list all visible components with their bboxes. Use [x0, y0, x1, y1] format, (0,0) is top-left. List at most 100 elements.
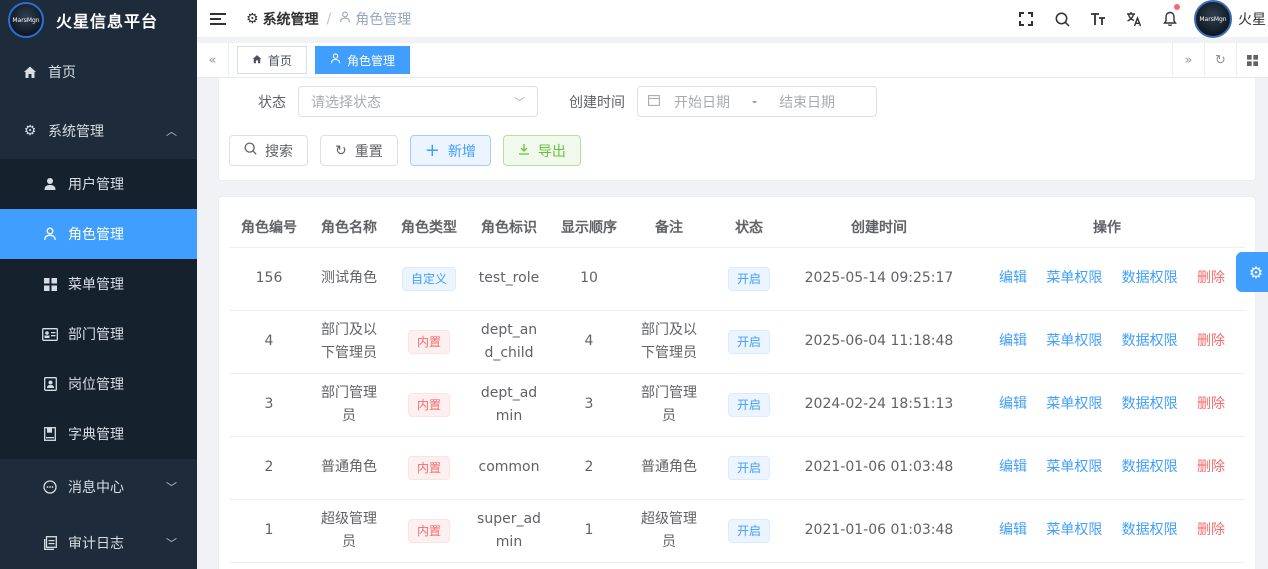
export-button[interactable]: 导出	[502, 135, 581, 166]
sidebar-item-label: 菜单管理	[68, 277, 124, 293]
edit-link[interactable]: 编辑	[999, 456, 1027, 479]
data-permission-link[interactable]: 数据权限	[1122, 330, 1178, 353]
hamburger-icon[interactable]	[210, 12, 226, 25]
role-type-badge: 自定义	[401, 266, 456, 291]
role-type: 自定义	[389, 247, 469, 311]
data-permission-link[interactable]: 数据权限	[1122, 519, 1178, 542]
reset-button[interactable]: ↻ 重置	[320, 135, 398, 166]
sidebar-item-audit[interactable]: 审计日志 ﹀	[0, 515, 197, 569]
breadcrumb-separator: /	[326, 10, 332, 27]
breadcrumb-parent[interactable]: ⚙ 系统管理	[246, 9, 319, 29]
role-created: 2025-05-14 09:25:17	[789, 247, 969, 311]
data-permission-link[interactable]: 数据权限	[1122, 267, 1178, 290]
add-button[interactable]: + 新增	[409, 135, 491, 166]
fullscreen-icon[interactable]	[1008, 0, 1044, 38]
created-label: 创建时间	[569, 94, 625, 111]
edit-link[interactable]: 编辑	[999, 330, 1027, 353]
table-row: 2 普通角色 内置 common 2 普通角色 开启 2021-01-06 01:03:48 编…	[229, 436, 1245, 500]
role-name: 测试角色	[309, 247, 389, 311]
sidebar-item-system[interactable]: ⚙ 系统管理 ︿	[0, 103, 197, 159]
delete-link[interactable]: 删除	[1197, 330, 1225, 353]
menu-permission-link[interactable]: 菜单权限	[1046, 456, 1102, 479]
sidebar-item-label: 审计日志	[68, 536, 124, 552]
avatar[interactable]: MarsMgn	[1194, 0, 1232, 38]
menu-permission-link[interactable]: 菜单权限	[1046, 330, 1102, 353]
font-size-icon[interactable]	[1080, 0, 1116, 38]
role-order: 4	[549, 310, 629, 374]
tab-home[interactable]: 首页	[237, 46, 308, 74]
refresh-icon[interactable]: ↻	[1204, 43, 1236, 78]
sidebar-item-messages[interactable]: 消息中心 ﹀	[0, 459, 197, 515]
role-type: 内置	[389, 499, 469, 563]
role-id: 1	[229, 499, 309, 563]
delete-link[interactable]: 删除	[1197, 519, 1225, 542]
data-permission-link[interactable]: 数据权限	[1122, 456, 1178, 479]
breadcrumb: ⚙ 系统管理 / 角色管理	[246, 9, 411, 29]
brand-title: 火星信息平台	[56, 12, 159, 31]
role-type: 内置	[389, 436, 469, 500]
add-button-label: 新增	[447, 143, 476, 160]
menu-permission-link[interactable]: 菜单权限	[1046, 519, 1102, 542]
search-icon[interactable]	[1044, 0, 1080, 38]
delete-link[interactable]: 删除	[1197, 393, 1225, 416]
column-header: 显示顺序	[549, 207, 629, 248]
role-type-badge: 内置	[407, 455, 450, 480]
notification-bell-icon[interactable]	[1152, 0, 1188, 38]
date-range-picker[interactable]: 开始日期 - 结束日期	[637, 86, 877, 117]
end-date-input[interactable]: 结束日期	[779, 92, 835, 112]
delete-link[interactable]: 删除	[1197, 267, 1225, 290]
role-ops: 编辑 菜单权限 数据权限 删除	[969, 499, 1245, 563]
sidebar-item-label: 岗位管理	[68, 377, 124, 393]
person-outline-icon	[339, 10, 351, 27]
tab-roles[interactable]: 角色管理	[315, 46, 411, 74]
sidebar-item-roles[interactable]: 角色管理	[0, 209, 197, 259]
column-header: 状态	[709, 207, 789, 248]
tags-actions: » ↻	[1172, 43, 1268, 78]
translate-icon[interactable]	[1116, 0, 1152, 38]
export-button-label: 导出	[537, 143, 566, 160]
column-header: 角色名称	[309, 207, 389, 248]
sidebar-item-menus[interactable]: 菜单管理	[0, 259, 197, 309]
role-id: 4	[229, 310, 309, 374]
menu-permission-link[interactable]: 菜单权限	[1046, 393, 1102, 416]
data-permission-link[interactable]: 数据权限	[1122, 393, 1178, 416]
chevron-down-icon: ﹀	[166, 537, 177, 550]
role-name: 普通角色	[309, 436, 389, 500]
start-date-input[interactable]: 开始日期	[674, 92, 730, 112]
sidebar-item-label: 部门管理	[68, 327, 124, 343]
role-ops: 编辑 菜单权限 数据权限 删除	[969, 436, 1245, 500]
role-remark: 超级管理员	[629, 499, 709, 563]
scroll-right-icon[interactable]: »	[1172, 43, 1204, 78]
sidebar-item-users[interactable]: 用户管理	[0, 159, 197, 209]
brand: MarsMgn 火星信息平台	[0, 0, 197, 40]
status-select[interactable]: 请选择状态 ﹀	[298, 86, 538, 117]
delete-link[interactable]: 删除	[1197, 456, 1225, 479]
logo: MarsMgn	[8, 2, 44, 38]
role-ops: 编辑 菜单权限 数据权限 删除	[969, 247, 1245, 311]
scroll-left-icon[interactable]: «	[197, 42, 229, 78]
edit-link[interactable]: 编辑	[999, 393, 1027, 416]
sidebar-item-dict[interactable]: 字典管理	[0, 409, 197, 459]
search-button[interactable]: 搜索	[229, 135, 308, 166]
sidebar-item-depts[interactable]: 部门管理	[0, 309, 197, 359]
role-order: 1	[549, 499, 629, 563]
date-separator: -	[752, 93, 758, 110]
sidebar-item-posts[interactable]: 岗位管理	[0, 359, 197, 409]
sidebar-item-label: 系统管理	[48, 124, 104, 140]
user-name[interactable]: 火星	[1238, 9, 1266, 29]
sidebar-item-home[interactable]: 首页	[0, 40, 197, 103]
role-created: 2024-02-24 18:51:13	[789, 373, 969, 437]
table-row: 1 超级管理员 内置 super_admin 1 超级管理员 开启 2021-01-06 01…	[229, 499, 1245, 563]
role-type-badge: 内置	[407, 518, 450, 543]
status-badge: 开启	[727, 455, 770, 480]
table-row: 156 测试角色 自定义 test_role 10 开启 2025-05-14 09:25:…	[229, 247, 1245, 311]
home-icon	[252, 53, 262, 67]
edit-link[interactable]: 编辑	[999, 267, 1027, 290]
settings-button[interactable]: ⚙	[1236, 252, 1268, 292]
role-name: 部门管理员	[309, 373, 389, 437]
edit-link[interactable]: 编辑	[999, 519, 1027, 542]
gear-icon: ⚙	[1248, 262, 1264, 282]
breadcrumb-current: 角色管理	[339, 9, 411, 29]
menu-permission-link[interactable]: 菜单权限	[1046, 267, 1102, 290]
grid-icon[interactable]	[1236, 43, 1268, 78]
